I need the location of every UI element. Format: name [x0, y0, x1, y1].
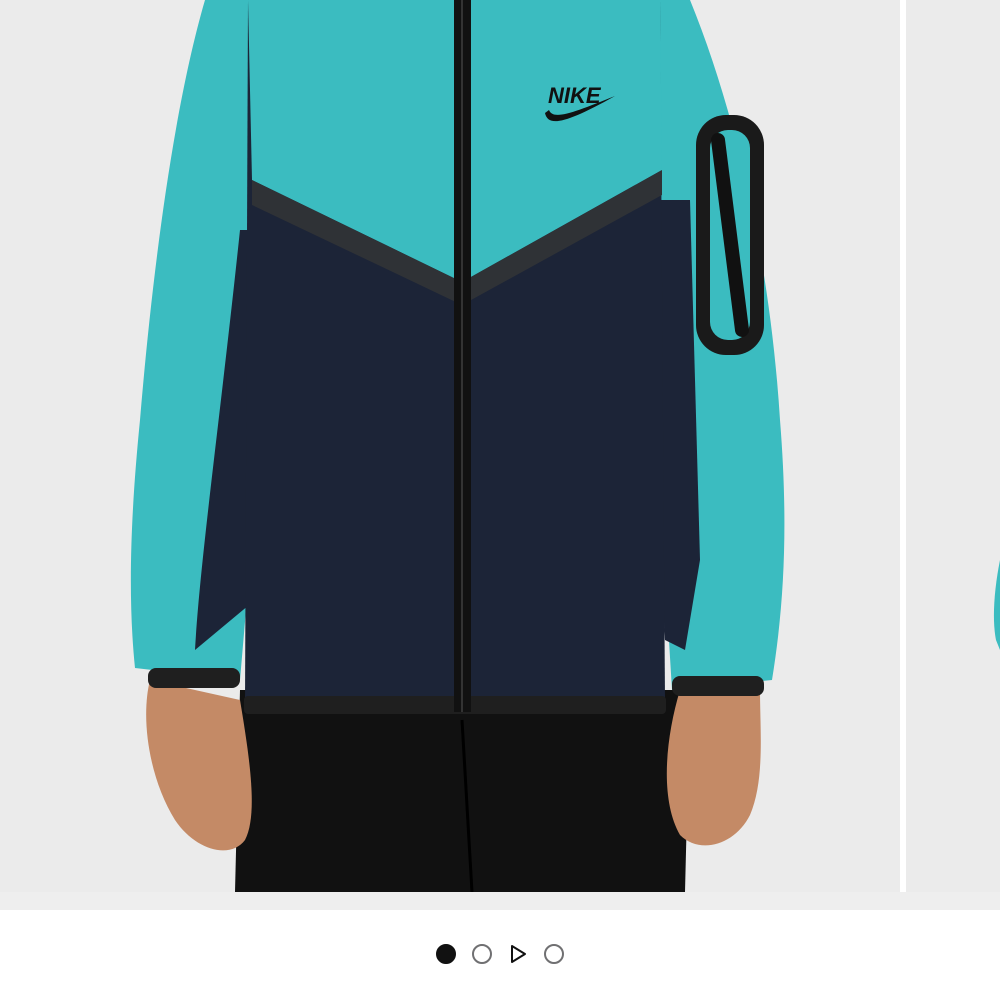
- pagination-dot-2[interactable]: [472, 944, 492, 964]
- brand-logo-text: NIKE: [548, 83, 602, 108]
- pagination-dot-1[interactable]: [436, 944, 456, 964]
- right-cuff: [672, 676, 764, 696]
- product-gallery: NIKE: [0, 0, 1000, 1000]
- image-carousel[interactable]: NIKE: [0, 0, 1000, 910]
- play-icon[interactable]: [508, 944, 528, 964]
- carousel-pagination: [0, 938, 1000, 970]
- product-image-main[interactable]: NIKE: [0, 0, 900, 892]
- pagination-dot-4[interactable]: [544, 944, 564, 964]
- image-bottom-strip: [0, 892, 1000, 910]
- product-image-next[interactable]: [906, 0, 1000, 892]
- hoodie-photo: NIKE: [0, 0, 900, 892]
- left-cuff: [148, 668, 240, 688]
- next-photo-peek: [906, 0, 1000, 892]
